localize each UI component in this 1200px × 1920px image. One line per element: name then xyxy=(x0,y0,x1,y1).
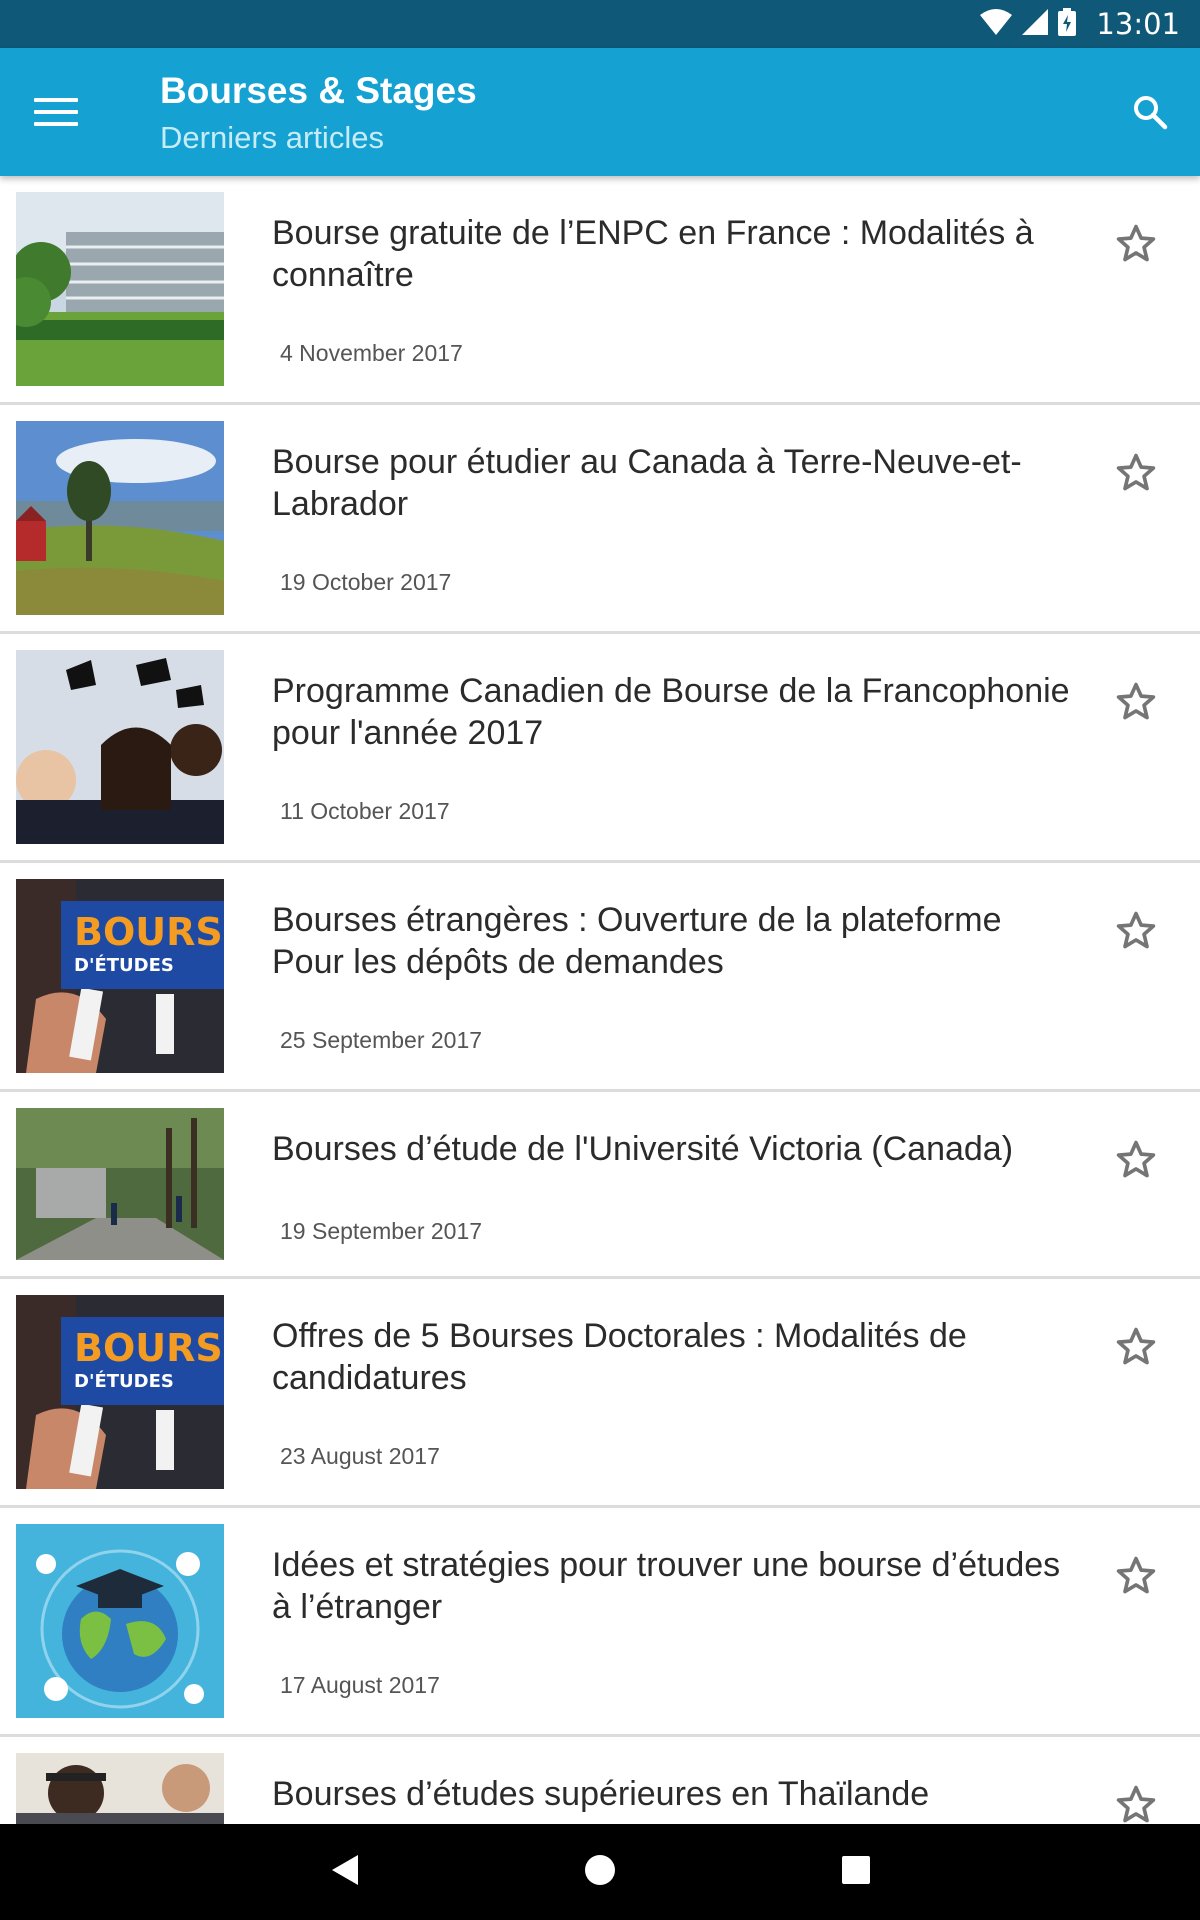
article-thumbnail: BOURSE D'ÉTUDES xyxy=(16,879,224,1073)
menu-icon-line xyxy=(34,122,78,126)
article-date: 4 November 2017 xyxy=(280,340,463,366)
article-list: Bourse gratuite de l’ENPC en France : Mo… xyxy=(0,176,1200,1824)
banner-text: BOURSE xyxy=(74,1326,224,1370)
article-item[interactable]: Bourses d’études supérieures en Thaïland… xyxy=(0,1737,1200,1824)
star-outline-icon xyxy=(1114,1783,1158,1825)
star-outline-icon xyxy=(1114,1138,1158,1187)
article-date: 17 August 2017 xyxy=(280,1672,440,1698)
article-thumbnail: BOURSE D'ÉTUDES xyxy=(16,1295,224,1489)
article-title[interactable]: Programme Canadien de Bourse de la Franc… xyxy=(272,670,1072,754)
article-title[interactable]: Idées et stratégies pour trouver une bou… xyxy=(272,1544,1072,1628)
favorite-button[interactable] xyxy=(1108,905,1164,961)
article-title[interactable]: Bourse gratuite de l’ENPC en France : Mo… xyxy=(272,212,1072,296)
star-outline-icon xyxy=(1114,222,1158,271)
home-circle-icon xyxy=(583,1853,617,1892)
menu-icon-line xyxy=(34,98,78,102)
status-bar: 13:01 xyxy=(0,0,1200,48)
star-outline-icon xyxy=(1114,680,1158,729)
favorite-button[interactable] xyxy=(1108,676,1164,732)
article-date: 11 October 2017 xyxy=(280,798,450,824)
app-subtitle: Derniers articles xyxy=(160,120,384,155)
favorite-button[interactable] xyxy=(1108,218,1164,274)
article-thumbnail xyxy=(16,1524,224,1718)
article-item[interactable]: BOURSE D'ÉTUDES Bourses étrangères : Ouv… xyxy=(0,863,1200,1092)
status-icons: 13:01 xyxy=(980,7,1180,41)
home-button[interactable] xyxy=(576,1848,624,1896)
favorite-button[interactable] xyxy=(1108,1550,1164,1606)
banner-subtext: D'ÉTUDES xyxy=(74,1370,174,1392)
article-title[interactable]: Bourses étrangères : Ouverture de la pla… xyxy=(272,899,1072,983)
article-title[interactable]: Bourses d’étude de l'Université Victoria… xyxy=(272,1128,1072,1170)
status-time: 13:01 xyxy=(1096,7,1180,41)
favorite-button[interactable] xyxy=(1108,1779,1164,1824)
menu-icon-line xyxy=(34,110,78,114)
article-date: 19 September 2017 xyxy=(280,1218,483,1244)
favorite-button[interactable] xyxy=(1108,1134,1164,1190)
star-outline-icon xyxy=(1114,1554,1158,1603)
banner-subtext: D'ÉTUDES xyxy=(74,954,174,976)
search-icon xyxy=(1132,94,1168,135)
favorite-button[interactable] xyxy=(1108,1321,1164,1377)
recents-button[interactable] xyxy=(832,1848,880,1896)
battery-charging-icon xyxy=(1058,7,1077,41)
article-title[interactable]: Offres de 5 Bourses Doctorales : Modalit… xyxy=(272,1315,1072,1399)
article-date: 25 September 2017 xyxy=(280,1027,483,1053)
article-item[interactable]: Bourses d’étude de l'Université Victoria… xyxy=(0,1092,1200,1279)
banner-text: BOURSE xyxy=(74,910,224,954)
wifi-icon xyxy=(980,8,1013,40)
article-item[interactable]: Bourse pour étudier au Canada à Terre-Ne… xyxy=(0,405,1200,634)
article-title[interactable]: Bourses d’études supérieures en Thaïland… xyxy=(272,1773,1072,1815)
back-triangle-icon xyxy=(328,1853,360,1892)
cell-signal-icon xyxy=(1022,8,1049,40)
star-outline-icon xyxy=(1114,451,1158,500)
favorite-button[interactable] xyxy=(1108,447,1164,503)
article-thumbnail xyxy=(16,192,224,386)
article-item[interactable]: Idées et stratégies pour trouver une bou… xyxy=(0,1508,1200,1737)
back-button[interactable] xyxy=(320,1848,368,1896)
star-outline-icon xyxy=(1114,909,1158,958)
article-date: 19 October 2017 xyxy=(280,569,452,595)
article-item[interactable]: BOURSE D'ÉTUDES Offres de 5 Bourses Doct… xyxy=(0,1279,1200,1508)
article-item[interactable]: Bourse gratuite de l’ENPC en France : Mo… xyxy=(0,176,1200,405)
app-bar: Bourses & Stages Derniers articles xyxy=(0,48,1200,176)
article-date: 23 August 2017 xyxy=(280,1443,440,1469)
menu-button[interactable] xyxy=(28,88,84,136)
system-navigation-bar xyxy=(0,1824,1200,1920)
article-thumbnail xyxy=(16,1108,224,1260)
article-thumbnail xyxy=(16,1753,224,1824)
recents-square-icon xyxy=(841,1855,871,1890)
article-item[interactable]: Programme Canadien de Bourse de la Franc… xyxy=(0,634,1200,863)
search-button[interactable] xyxy=(1122,86,1178,142)
article-thumbnail xyxy=(16,421,224,615)
article-thumbnail xyxy=(16,650,224,844)
star-outline-icon xyxy=(1114,1325,1158,1374)
article-title[interactable]: Bourse pour étudier au Canada à Terre-Ne… xyxy=(272,441,1072,525)
app-title: Bourses & Stages xyxy=(160,70,477,111)
